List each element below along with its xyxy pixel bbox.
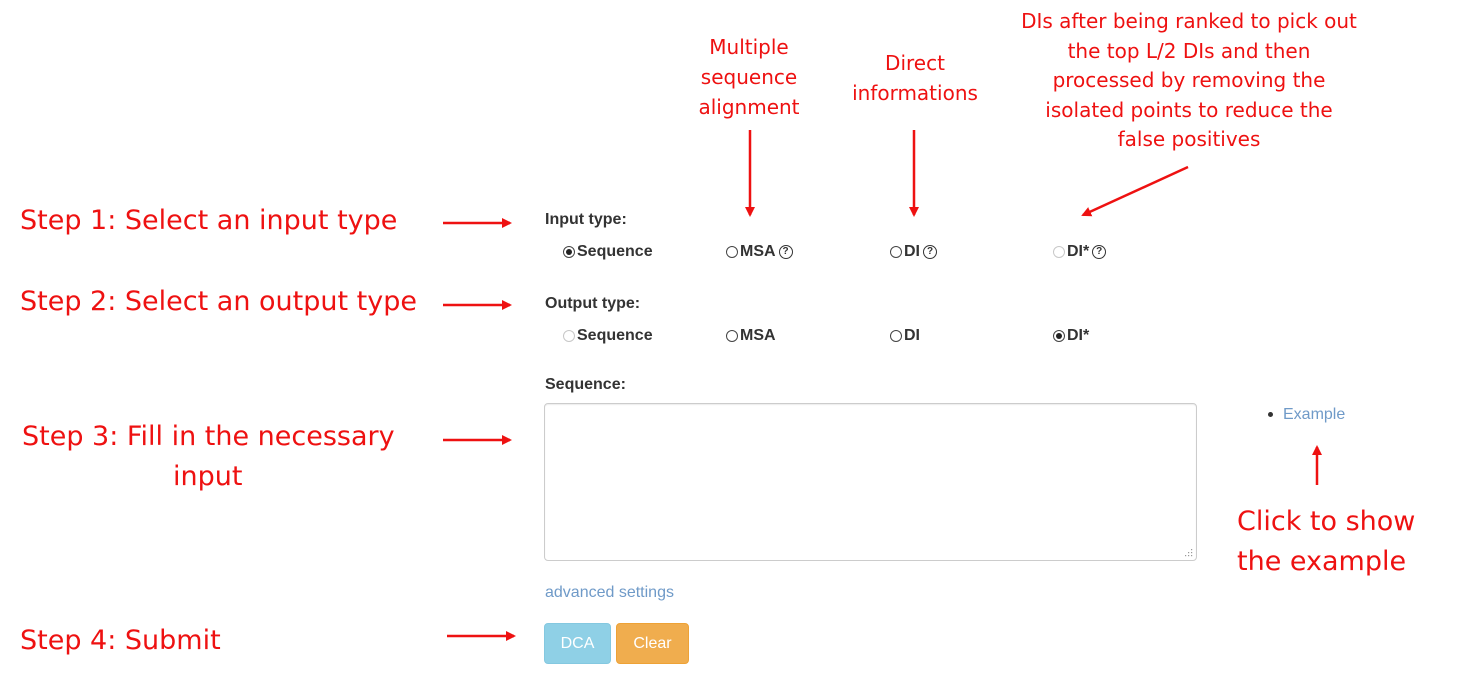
example-note-line2: the example (1237, 546, 1407, 577)
step1-label: Step 1: Select an input type (20, 205, 398, 236)
input-option-msa[interactable]: MSA ? (726, 242, 793, 262)
input-option-label: MSA (740, 243, 776, 260)
msa-note-line: sequence (700, 65, 798, 89)
output-option-msa[interactable]: MSA (726, 326, 776, 346)
example-link[interactable]: Example (1283, 406, 1345, 424)
di-note-line: informations (852, 81, 978, 105)
input-option-distar[interactable]: DI* ? (1053, 242, 1107, 262)
radio-button-icon[interactable] (726, 246, 738, 258)
output-option-label: Sequence (577, 327, 653, 344)
question-circle-icon[interactable]: ? (923, 245, 937, 259)
output-option-label: DI (904, 327, 920, 344)
advanced-settings-link[interactable]: advanced settings (545, 584, 674, 602)
input-option-label: DI* (1067, 243, 1090, 260)
radio-button-icon[interactable] (1053, 246, 1065, 258)
bullet-icon (1268, 412, 1273, 417)
step3-label-line2: input (173, 461, 243, 492)
di-note-line: Direct (885, 51, 945, 75)
radio-button-icon[interactable] (890, 330, 902, 342)
output-option-label: DI* (1067, 327, 1090, 344)
input-type-label: Input type: (545, 211, 627, 228)
sequence-label: Sequence: (545, 376, 626, 393)
output-option-label: MSA (740, 327, 776, 344)
input-option-di[interactable]: DI ? (890, 242, 937, 262)
msa-note-line: Multiple (709, 35, 789, 59)
radio-button-icon[interactable] (890, 246, 902, 258)
question-circle-icon[interactable]: ? (1092, 245, 1107, 259)
resize-grip-icon[interactable] (1183, 547, 1193, 557)
di-note: Direct informations (846, 48, 984, 108)
distar-note-line: false positives (1117, 127, 1261, 151)
step4-label: Step 4: Submit (20, 625, 221, 656)
radio-button-icon[interactable] (563, 246, 575, 258)
clear-button[interactable]: Clear (616, 623, 689, 664)
distar-note-line: processed by removing the (1052, 68, 1326, 92)
radio-button-icon[interactable] (726, 330, 738, 342)
msa-note: Multiple sequence alignment (690, 32, 808, 122)
distar-note-line: isolated points to reduce the (1045, 97, 1333, 122)
step2-label: Step 2: Select an output type (20, 286, 417, 317)
output-option-sequence[interactable]: Sequence (563, 326, 653, 346)
sequence-textarea[interactable] (544, 403, 1197, 561)
output-type-label: Output type: (545, 295, 641, 312)
dca-button[interactable]: DCA (544, 623, 611, 664)
radio-button-icon[interactable] (1053, 330, 1065, 342)
distar-arrow-icon (1081, 165, 1189, 217)
example-note-line1: Click to show (1237, 506, 1416, 537)
distar-note: DIs after being ranked to pick out the t… (1012, 7, 1366, 155)
distar-note-line: the top L/2 DIs and then (1067, 38, 1311, 63)
output-option-distar[interactable]: DI* (1053, 326, 1089, 346)
radio-button-icon[interactable] (563, 330, 575, 342)
input-option-label: DI (904, 243, 920, 260)
input-option-label: Sequence (577, 243, 653, 260)
input-option-sequence[interactable]: Sequence (563, 242, 653, 262)
msa-note-line: alignment (698, 95, 800, 119)
distar-note-line: DIs after being ranked to pick out (1021, 9, 1357, 33)
output-option-di[interactable]: DI (890, 326, 920, 346)
question-circle-icon[interactable]: ? (778, 245, 793, 259)
step3-label-line1: Step 3: Fill in the necessary (22, 421, 395, 452)
